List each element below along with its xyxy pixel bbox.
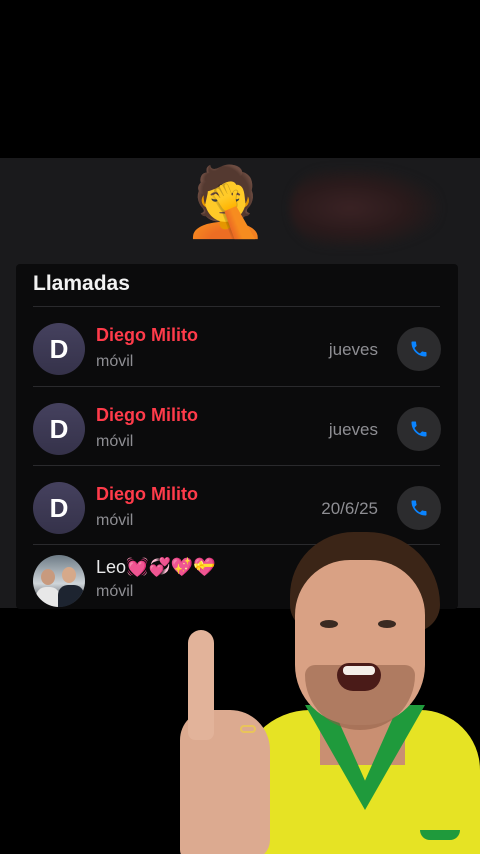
contact-avatar: D	[33, 482, 85, 534]
calls-title: Llamadas	[33, 272, 130, 295]
call-button[interactable]	[397, 327, 441, 371]
phone-icon	[411, 421, 427, 437]
contact-name: Diego Milito	[96, 325, 198, 345]
phone-icon	[411, 341, 427, 357]
call-row[interactable]: D Diego Milito móvil jueves	[16, 307, 458, 386]
call-type: móvil	[96, 433, 134, 450]
call-date: jueves	[328, 420, 378, 439]
contact-avatar: D	[33, 323, 85, 375]
call-date: 20/6/25	[321, 499, 378, 518]
blurred-thumbnail	[290, 168, 440, 248]
contact-avatar: D	[33, 403, 85, 455]
contact-photo-avatar	[33, 555, 85, 607]
ring	[240, 725, 256, 733]
call-date: jueves	[328, 340, 378, 359]
call-row[interactable]: D Diego Milito móvil jueves	[16, 387, 458, 466]
contact-name: Diego Milito	[96, 484, 198, 504]
pointing-hand	[180, 630, 275, 854]
top-black-area	[0, 0, 480, 158]
call-type: móvil	[96, 353, 134, 370]
phone-icon	[411, 500, 427, 516]
facepalm-emoji: 🤦	[183, 164, 268, 240]
call-button[interactable]	[397, 407, 441, 451]
call-type: móvil	[96, 583, 134, 600]
logo-mark	[420, 830, 460, 840]
presenter-overlay	[180, 520, 480, 854]
call-type: móvil	[96, 512, 134, 529]
contact-name: Diego Milito	[96, 405, 198, 425]
